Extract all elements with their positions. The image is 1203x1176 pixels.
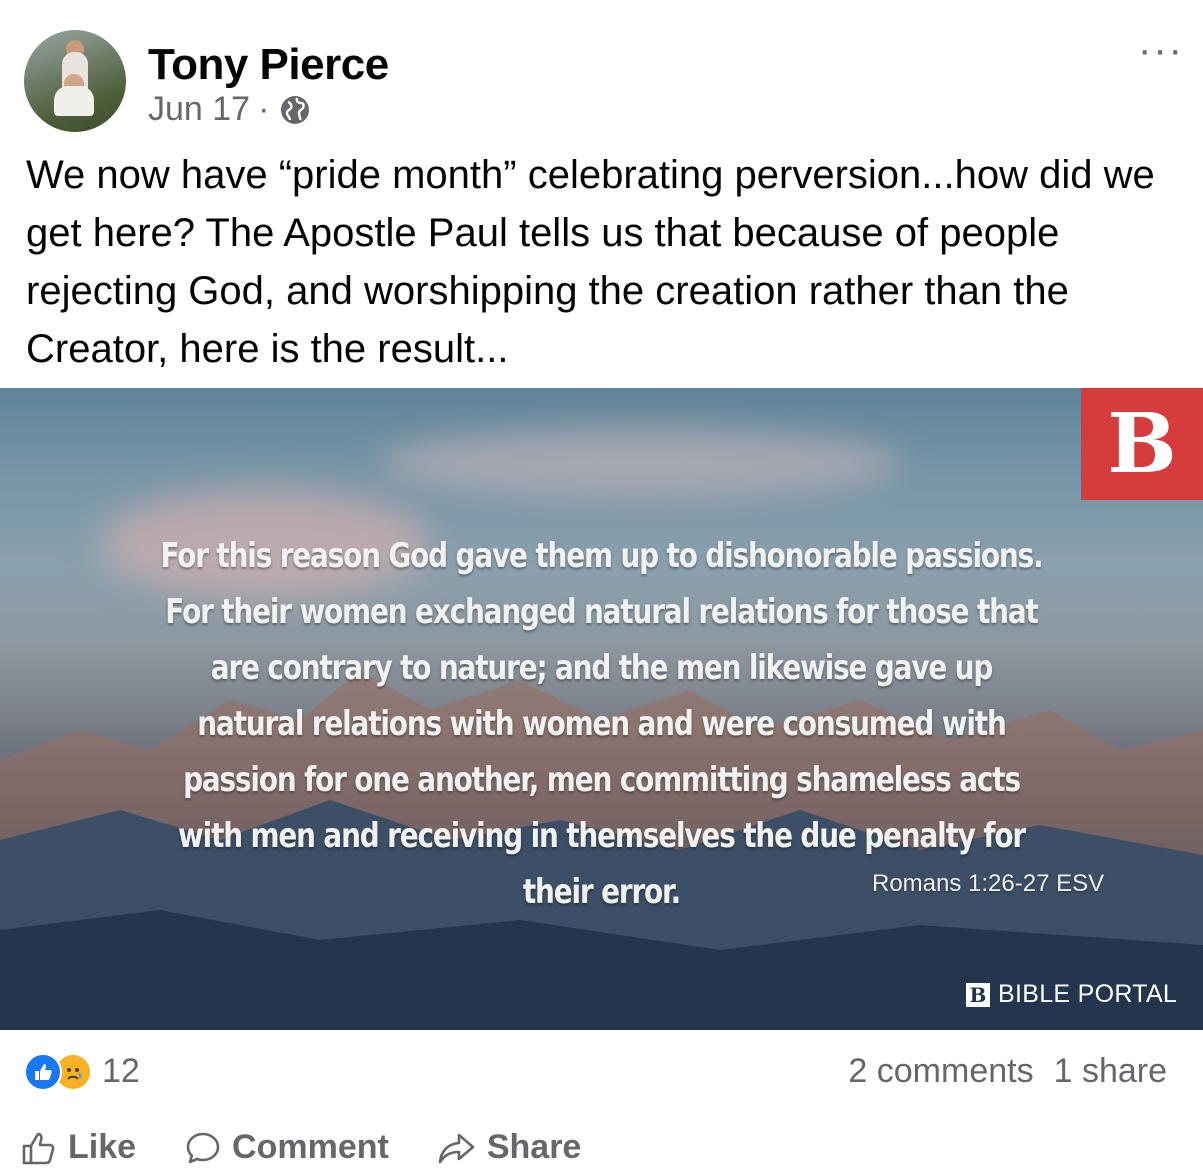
post-header: Tony Pierce Jun 17 · ··· bbox=[24, 30, 1184, 134]
post-date[interactable]: Jun 17 bbox=[148, 90, 250, 129]
comments-count[interactable]: 2 comments bbox=[848, 1052, 1033, 1091]
comment-icon bbox=[186, 1132, 220, 1163]
bible-portal-icon: B bbox=[966, 982, 990, 1007]
like-icon bbox=[24, 1052, 62, 1091]
logo-badge: B bbox=[1081, 388, 1203, 500]
comment-button[interactable]: Comment bbox=[184, 1128, 389, 1167]
share-button[interactable]: Share bbox=[437, 1128, 582, 1167]
comment-label: Comment bbox=[232, 1128, 389, 1166]
source-name: BIBLE PORTAL bbox=[998, 980, 1178, 1008]
source-watermark: B BIBLE PORTAL bbox=[966, 980, 1177, 1009]
post-text: We now have “pride month” celebrating pe… bbox=[26, 153, 1155, 371]
avatar[interactable] bbox=[24, 30, 126, 132]
like-label: Like bbox=[68, 1128, 137, 1166]
post-meta: Jun 17 · bbox=[148, 90, 311, 129]
shares-count[interactable]: 1 share bbox=[1054, 1052, 1167, 1091]
like-button[interactable]: Like bbox=[20, 1128, 136, 1167]
logo-letter: B bbox=[1107, 396, 1177, 492]
thumbs-up-icon bbox=[22, 1132, 55, 1164]
globe-icon[interactable] bbox=[279, 94, 311, 126]
post-image[interactable]: B For this reason God gave them up to di… bbox=[0, 388, 1203, 1030]
share-label: Share bbox=[486, 1128, 582, 1166]
meta-separator: · bbox=[258, 90, 270, 128]
author-name[interactable]: Tony Pierce bbox=[148, 40, 389, 90]
verse-reference: Romans 1:26-27 ESV bbox=[872, 870, 1105, 897]
verse-text: For this reason God gave them up to dish… bbox=[160, 536, 1043, 912]
reaction-summary[interactable]: 12 bbox=[24, 1052, 140, 1091]
share-icon bbox=[438, 1133, 475, 1163]
engagement-stats: 2 comments 1 share bbox=[848, 1052, 1167, 1091]
more-options-button[interactable]: ··· bbox=[1138, 30, 1184, 70]
reaction-count: 12 bbox=[102, 1052, 140, 1090]
action-bar: Like Comment Share bbox=[20, 1128, 629, 1167]
facebook-post: Tony Pierce Jun 17 · ··· We now have “pr… bbox=[0, 0, 1203, 1176]
